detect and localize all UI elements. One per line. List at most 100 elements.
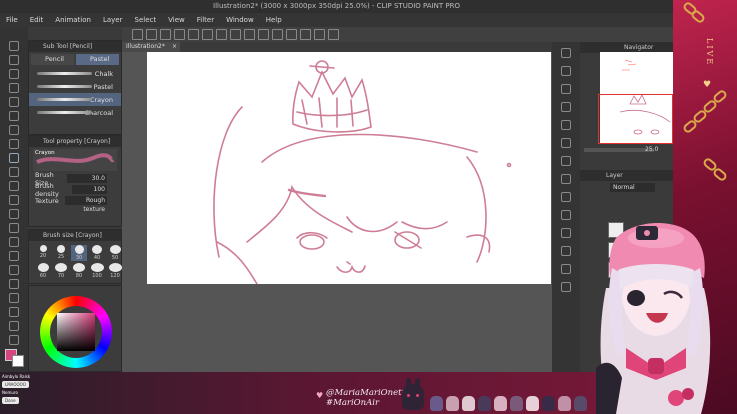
chibi-icon <box>478 396 491 411</box>
history-icon[interactable] <box>561 120 571 130</box>
command-bar <box>122 27 673 42</box>
snap-ruler-icon[interactable] <box>286 29 297 40</box>
menu-edit[interactable]: Edit <box>24 16 50 24</box>
figure-tool-icon[interactable] <box>9 265 19 275</box>
drawing-canvas[interactable] <box>147 52 551 285</box>
eraser-tool-icon[interactable] <box>9 209 19 219</box>
save-icon[interactable] <box>160 29 171 40</box>
navigator-view-frame[interactable] <box>598 94 673 144</box>
text-tool-icon[interactable] <box>9 307 19 317</box>
color-set-icon[interactable] <box>561 174 571 184</box>
brush-size-preset[interactable]: 100 <box>89 263 105 279</box>
correct-line-tool-icon[interactable] <box>9 335 19 345</box>
brush-size-preset[interactable]: 60 <box>35 263 51 279</box>
frame-tool-icon[interactable] <box>9 279 19 289</box>
menu-select[interactable]: Select <box>129 16 163 24</box>
layer-property-icon[interactable] <box>561 102 571 112</box>
brush-tool-icon[interactable] <box>9 167 19 177</box>
color-wheel[interactable] <box>40 296 112 368</box>
material-icon[interactable] <box>561 66 571 76</box>
chibi-icon <box>574 396 587 411</box>
chat-message: LMAOOOO <box>2 381 29 388</box>
lasso-tool-icon[interactable] <box>9 97 19 107</box>
color-slider-icon[interactable] <box>561 192 571 202</box>
color-history-icon[interactable] <box>561 246 571 256</box>
brush-size-preset[interactable]: 40 <box>89 245 105 261</box>
brush-size-preset[interactable]: 120 <box>107 263 123 279</box>
intermediate-color-icon[interactable] <box>561 210 571 220</box>
brush-size-preset[interactable]: 30 <box>71 245 87 261</box>
airbrush-tool-icon[interactable] <box>9 181 19 191</box>
blend-mode-select[interactable]: Normal <box>610 183 655 192</box>
menu-layer[interactable]: Layer <box>97 16 129 24</box>
menu-window[interactable]: Window <box>220 16 260 24</box>
brush-size-value[interactable]: 30.0 <box>67 174 107 183</box>
edit-icon[interactable] <box>328 29 339 40</box>
brush-preview-stroke <box>36 153 115 164</box>
brush-density-value[interactable]: 100 <box>71 185 107 194</box>
menu-view[interactable]: View <box>162 16 191 24</box>
snap-perspective-icon[interactable] <box>314 29 325 40</box>
snap-icon[interactable] <box>258 29 269 40</box>
brush-item-charcoal[interactable]: Charcoal <box>29 106 121 119</box>
undo-icon[interactable] <box>188 29 199 40</box>
tab-pastel[interactable]: Pastel <box>76 54 119 65</box>
brush-item-crayon[interactable]: Crayon <box>29 93 121 106</box>
ruler-icon[interactable] <box>272 29 283 40</box>
new-file-icon[interactable] <box>132 29 143 40</box>
brush-size-preset[interactable]: 50 <box>107 245 123 261</box>
fill-icon[interactable] <box>230 29 241 40</box>
sub-color-swatch[interactable] <box>12 355 24 367</box>
sub-tool-header: Sub Tool [Pencil] <box>29 41 121 52</box>
decoration-tool-icon[interactable] <box>9 195 19 205</box>
brush-size-preset[interactable]: 70 <box>53 263 69 279</box>
ruler-tool-icon[interactable] <box>9 293 19 303</box>
brush-size-preset[interactable]: 20 <box>35 245 51 261</box>
quick-access-icon[interactable] <box>561 282 571 292</box>
menu-filter[interactable]: Filter <box>191 16 220 24</box>
export-icon[interactable] <box>174 29 185 40</box>
texture-row: Texture Rough texture <box>35 196 107 213</box>
tab-pencil[interactable]: Pencil <box>31 54 74 65</box>
navigator-zoom-value[interactable]: 25.0 <box>645 146 658 153</box>
menu-help[interactable]: Help <box>260 16 288 24</box>
wand-tool-icon[interactable] <box>9 111 19 121</box>
approximate-color-icon[interactable] <box>561 228 571 238</box>
balloon-tool-icon[interactable] <box>9 321 19 331</box>
hand-tool-icon[interactable] <box>9 69 19 79</box>
pencil-tool-icon[interactable] <box>9 41 19 51</box>
transform-icon[interactable] <box>244 29 255 40</box>
eyedropper-tool-icon[interactable] <box>9 125 19 135</box>
snap-grid-icon[interactable] <box>300 29 311 40</box>
color-saturation-square[interactable] <box>57 313 95 351</box>
fill-tool-icon[interactable] <box>9 237 19 247</box>
search-icon[interactable] <box>561 48 571 58</box>
close-icon[interactable]: × <box>172 42 177 52</box>
item-bank-icon[interactable] <box>561 156 571 166</box>
navigator-icon[interactable] <box>561 84 571 94</box>
navigator-zoom-slider[interactable] <box>584 148 654 152</box>
layer-search-icon[interactable] <box>561 264 571 274</box>
brush-item-pastel[interactable]: Pastel <box>29 80 121 93</box>
brush-size-preset[interactable]: 25 <box>53 245 69 261</box>
pencil-active-tool-icon[interactable] <box>9 153 19 163</box>
pen-tool-icon[interactable] <box>9 139 19 149</box>
chibi-icon <box>558 396 571 411</box>
sub-view-icon[interactable] <box>561 138 571 148</box>
redo-icon[interactable] <box>202 29 213 40</box>
brush-size-preset[interactable]: 80 <box>71 263 87 279</box>
heart-icon: ♥ <box>316 391 324 400</box>
title-bar: Illustration2* (3000 x 3000px 350dpi 25.… <box>0 0 673 13</box>
clear-icon[interactable] <box>216 29 227 40</box>
menu-file[interactable]: File <box>0 16 24 24</box>
move-tool-icon[interactable] <box>9 83 19 93</box>
menu-animation[interactable]: Animation <box>49 16 97 24</box>
zoom-tool-icon[interactable] <box>9 55 19 65</box>
gradient-tool-icon[interactable] <box>9 251 19 261</box>
texture-value[interactable]: Rough texture <box>65 196 107 213</box>
brush-item-chalk[interactable]: Chalk <box>29 67 121 80</box>
open-file-icon[interactable] <box>146 29 157 40</box>
vtuber-avatar <box>596 223 711 414</box>
blend-tool-icon[interactable] <box>9 223 19 233</box>
tab-document[interactable]: Illustration2* × <box>122 42 180 52</box>
